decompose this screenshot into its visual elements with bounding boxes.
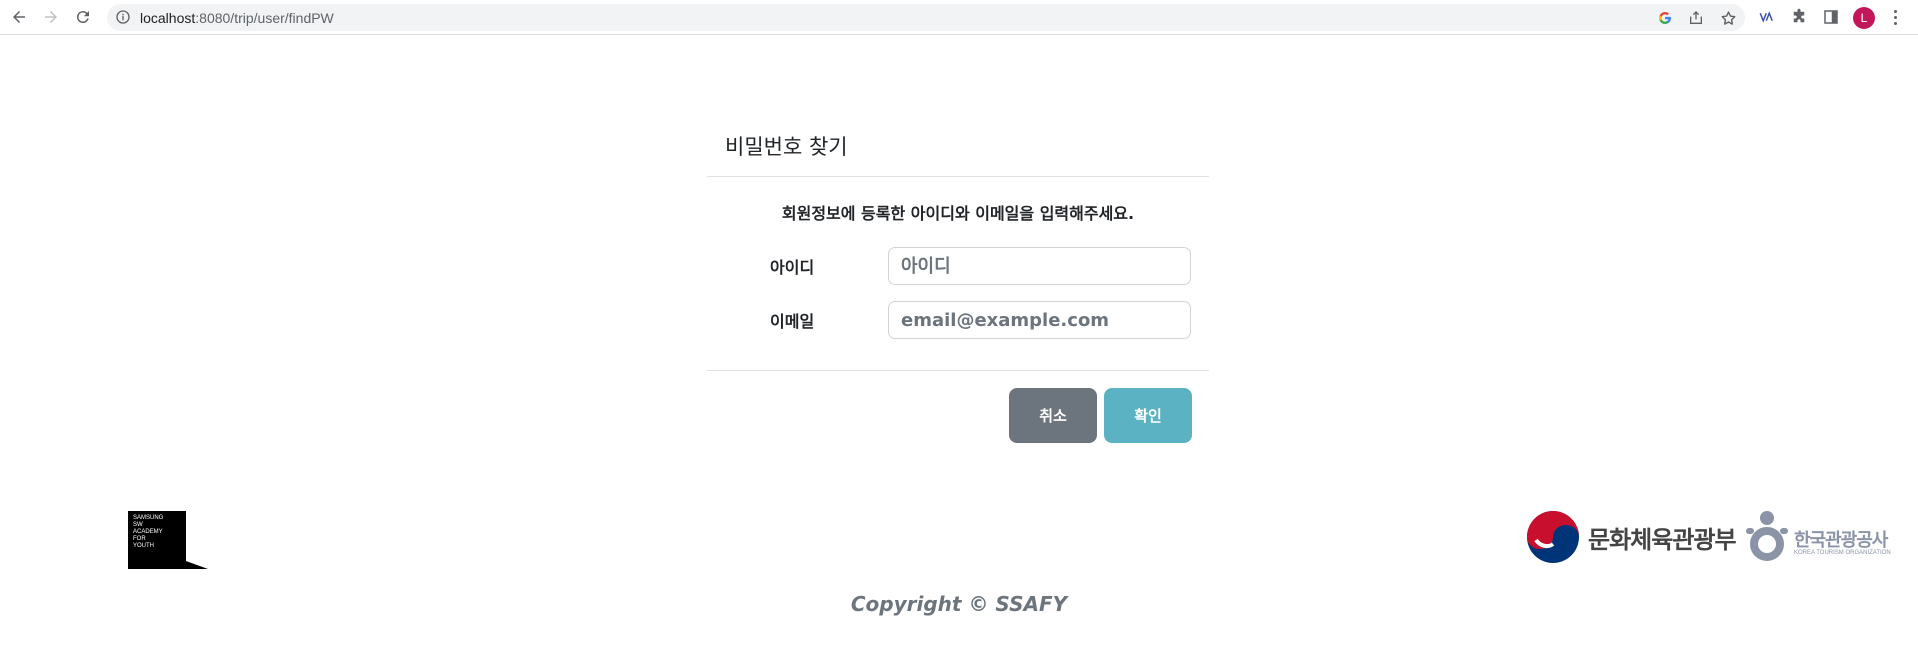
profile-avatar[interactable]: L [1853, 7, 1875, 29]
kto-emblem-icon [1746, 511, 1788, 561]
arrow-left-icon [13, 11, 25, 23]
email-label: 이메일 [770, 312, 815, 331]
browser-toolbar: localhost:8080/trip/user/findPW L [0, 0, 1918, 35]
address-bar[interactable]: localhost:8080/trip/user/findPW [107, 4, 1745, 31]
cancel-button[interactable]: 취소 [1009, 388, 1097, 443]
ministry-emblem-icon [1527, 511, 1579, 563]
ministry-name: 문화체육관광부 [1588, 526, 1737, 554]
forward-button[interactable] [40, 6, 62, 28]
reload-button[interactable] [72, 6, 94, 28]
google-icon[interactable] [1656, 9, 1674, 27]
bookmark-star-icon[interactable] [1719, 9, 1737, 27]
email-input[interactable] [888, 301, 1191, 339]
info-icon[interactable] [115, 9, 131, 25]
partner-logos: 문화체육관광부 한국관광공사 KOREA TOURISM ORGANIZATIO… [1526, 508, 1896, 564]
find-password-card: 비밀번호 찾기 회원정보에 등록한 아이디와 이메일을 입력해주세요. 아이디 … [707, 118, 1209, 448]
confirm-button[interactable]: 확인 [1104, 388, 1192, 443]
instruction-text: 회원정보에 등록한 아이디와 이메일을 입력해주세요. [781, 204, 1135, 223]
share-icon[interactable] [1687, 9, 1705, 27]
side-panel-icon[interactable] [1821, 7, 1841, 27]
title-divider [707, 176, 1209, 177]
puzzle-icon[interactable] [1789, 7, 1809, 27]
kto-english-name: KOREA TOURISM ORGANIZATION [1794, 550, 1891, 556]
browser-menu-icon[interactable] [1885, 7, 1905, 27]
arrow-right-icon [45, 11, 57, 23]
url-path: :8080/trip/user/findPW [195, 10, 334, 26]
id-input[interactable] [888, 247, 1191, 285]
reload-icon [76, 11, 89, 24]
id-label: 아이디 [770, 258, 815, 277]
kto-name: 한국관광공사 [1794, 530, 1888, 551]
page-title: 비밀번호 찾기 [725, 135, 848, 159]
url-host: localhost [140, 10, 196, 26]
back-button[interactable] [8, 6, 30, 28]
ssafy-logo: SAMSUNG SW ACADEMY FOR YOUTH [128, 511, 208, 569]
ssafy-logo-text: SAMSUNG SW ACADEMY FOR YOUTH [133, 515, 164, 549]
copyright-text: Copyright © SSAFY [850, 592, 1068, 616]
extension-icon[interactable] [1757, 7, 1777, 27]
url-text: localhost:8080/trip/user/findPW [140, 10, 334, 26]
form-divider [707, 370, 1209, 371]
